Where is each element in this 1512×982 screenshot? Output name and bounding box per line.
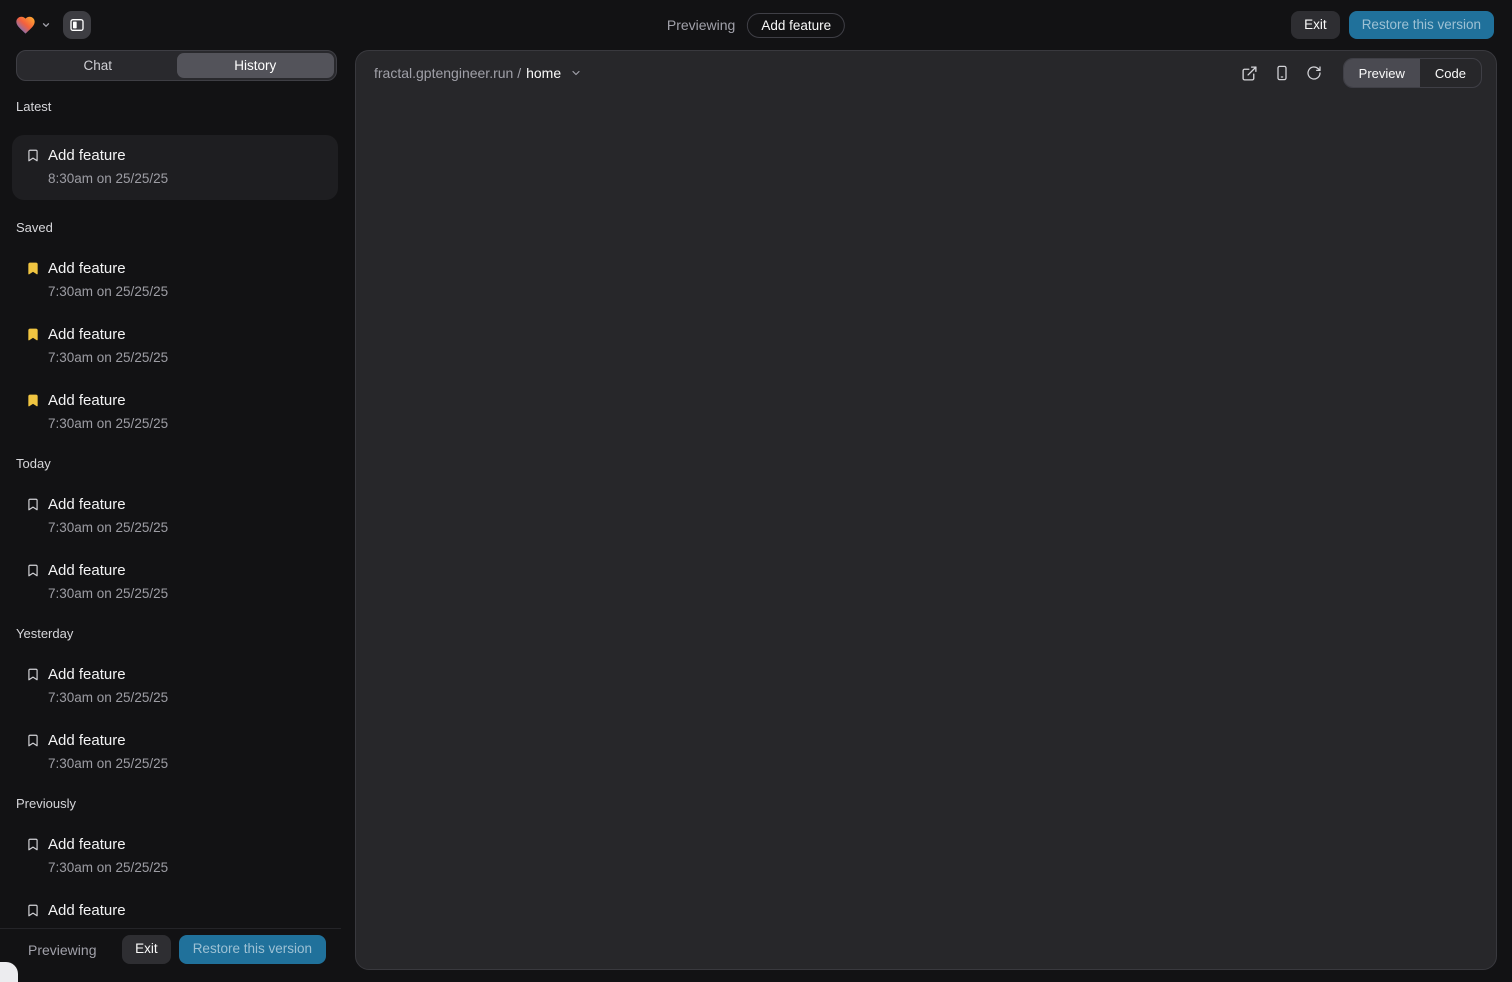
history-section: Latest Add feature 8:30am on 25/25/25	[16, 99, 325, 200]
preview-panel: fractal.gptengineer.run / home	[355, 50, 1497, 970]
bookmark-outline-icon[interactable]	[26, 903, 40, 918]
history-section: SavedAdd feature7:30am on 25/25/25Add fe…	[16, 220, 325, 436]
heart-logo-icon	[14, 14, 37, 36]
sidebar: Chat History Latest Add feature 8:30am on …	[0, 50, 341, 970]
preview-url-page: home	[526, 65, 561, 81]
previewing-label: Previewing	[28, 942, 96, 958]
preview-code-toggle: Preview Code	[1343, 58, 1482, 88]
previewing-label: Previewing	[667, 17, 735, 33]
item-timestamp: 7:30am on 25/25/25	[48, 519, 168, 537]
section-title: Latest	[16, 99, 325, 115]
toggle-code-button[interactable]: Code	[1420, 59, 1481, 87]
chevron-down-icon	[570, 67, 582, 79]
item-title: Add feature	[48, 731, 168, 751]
preview-url-domain: fractal.gptengineer.run /	[374, 65, 521, 81]
exit-button[interactable]: Exit	[122, 935, 171, 964]
app-logo-menu[interactable]	[12, 12, 53, 38]
item-timestamp: 7:30am on 25/25/25	[48, 859, 168, 877]
item-timestamp: 7:30am on 25/25/25	[48, 283, 168, 301]
history-item[interactable]: Add feature 7:30am on 25/25/25	[16, 832, 325, 880]
panel-left-icon	[69, 17, 85, 33]
external-link-icon	[1241, 65, 1258, 82]
preview-panel-header: fractal.gptengineer.run / home	[356, 51, 1496, 95]
item-title: Add feature	[48, 495, 168, 515]
history-item[interactable]: Add feature 7:30am on 25/25/25	[16, 492, 325, 540]
refresh-button[interactable]	[1301, 60, 1327, 86]
history-item[interactable]: Add feature 7:30am on 25/25/25	[16, 558, 325, 606]
section-title: Yesterday	[16, 626, 325, 642]
topbar: Previewing Add feature Exit Restore this…	[0, 0, 1512, 50]
item-title: Add feature	[48, 146, 168, 166]
toggle-preview-button[interactable]: Preview	[1344, 59, 1420, 87]
sidebar-toggle-button[interactable]	[63, 11, 91, 39]
bookmark-outline-icon[interactable]	[26, 563, 40, 578]
chat-history-tabs: Chat History	[16, 50, 337, 81]
preview-url-dropdown[interactable]: fractal.gptengineer.run / home	[372, 61, 584, 85]
bookmark-outline-icon[interactable]	[26, 667, 40, 682]
history-item[interactable]: Add feature 7:30am on 25/25/25	[16, 322, 325, 370]
history-list: Latest Add feature 8:30am on 25/25/25 Saved…	[0, 81, 341, 928]
chevron-down-icon	[41, 20, 51, 30]
bookmark-filled-icon[interactable]	[26, 261, 40, 276]
bookmark-outline-icon[interactable]	[26, 837, 40, 852]
sidebar-footer: Previewing Exit Restore this version	[0, 928, 341, 970]
section-title: Saved	[16, 220, 325, 236]
item-title: Add feature	[48, 325, 168, 345]
history-item[interactable]: Add feature 7:30am on 25/25/25	[16, 388, 325, 436]
bookmark-filled-icon[interactable]	[26, 327, 40, 342]
version-pill: Add feature	[747, 13, 845, 38]
bookmark-outline-icon[interactable]	[26, 148, 40, 163]
preview-viewport	[356, 95, 1496, 969]
restore-version-button[interactable]: Restore this version	[1349, 11, 1494, 40]
item-timestamp: 7:30am on 25/25/25	[48, 415, 168, 433]
history-section: YesterdayAdd feature7:30am on 25/25/25Ad…	[16, 626, 325, 776]
item-timestamp: 8:30am on 25/25/25	[48, 170, 168, 188]
smartphone-icon	[1274, 65, 1290, 81]
item-title: Add feature	[48, 561, 168, 581]
item-title: Add feature	[48, 391, 168, 411]
exit-button[interactable]: Exit	[1291, 11, 1340, 40]
history-item[interactable]: Add feature 7:30am on 25/25/25	[16, 662, 325, 710]
item-title: Add feature	[48, 259, 168, 279]
mobile-view-button[interactable]	[1269, 60, 1295, 86]
history-item[interactable]: Add feature 8:30am on 25/25/25	[12, 135, 338, 200]
refresh-icon	[1306, 65, 1322, 81]
item-title: Add feature	[48, 665, 168, 685]
section-title: Previously	[16, 796, 325, 812]
open-in-new-tab-button[interactable]	[1237, 60, 1263, 86]
bookmark-filled-icon[interactable]	[26, 393, 40, 408]
item-timestamp: 7:30am on 25/25/25	[48, 755, 168, 773]
item-title: Add feature	[48, 835, 168, 855]
history-section: TodayAdd feature7:30am on 25/25/25Add fe…	[16, 456, 325, 606]
section-title: Today	[16, 456, 325, 472]
history-section: Previously Add feature 7:30am on 25/25/25 A…	[16, 796, 325, 928]
history-item[interactable]: Add feature7:30am on 25/25/25	[16, 898, 325, 928]
restore-version-button[interactable]: Restore this version	[179, 935, 326, 964]
tab-chat[interactable]: Chat	[19, 53, 177, 78]
item-timestamp: 7:30am on 25/25/25	[48, 349, 168, 367]
item-title: Add feature	[48, 901, 168, 921]
bookmark-outline-icon[interactable]	[26, 497, 40, 512]
item-timestamp: 7:30am on 25/25/25	[48, 585, 168, 603]
item-timestamp: 7:30am on 25/25/25	[48, 689, 168, 707]
tab-history[interactable]: History	[177, 53, 335, 78]
history-item[interactable]: Add feature 7:30am on 25/25/25	[16, 256, 325, 304]
history-item[interactable]: Add feature 7:30am on 25/25/25	[16, 728, 325, 776]
bookmark-outline-icon[interactable]	[26, 733, 40, 748]
